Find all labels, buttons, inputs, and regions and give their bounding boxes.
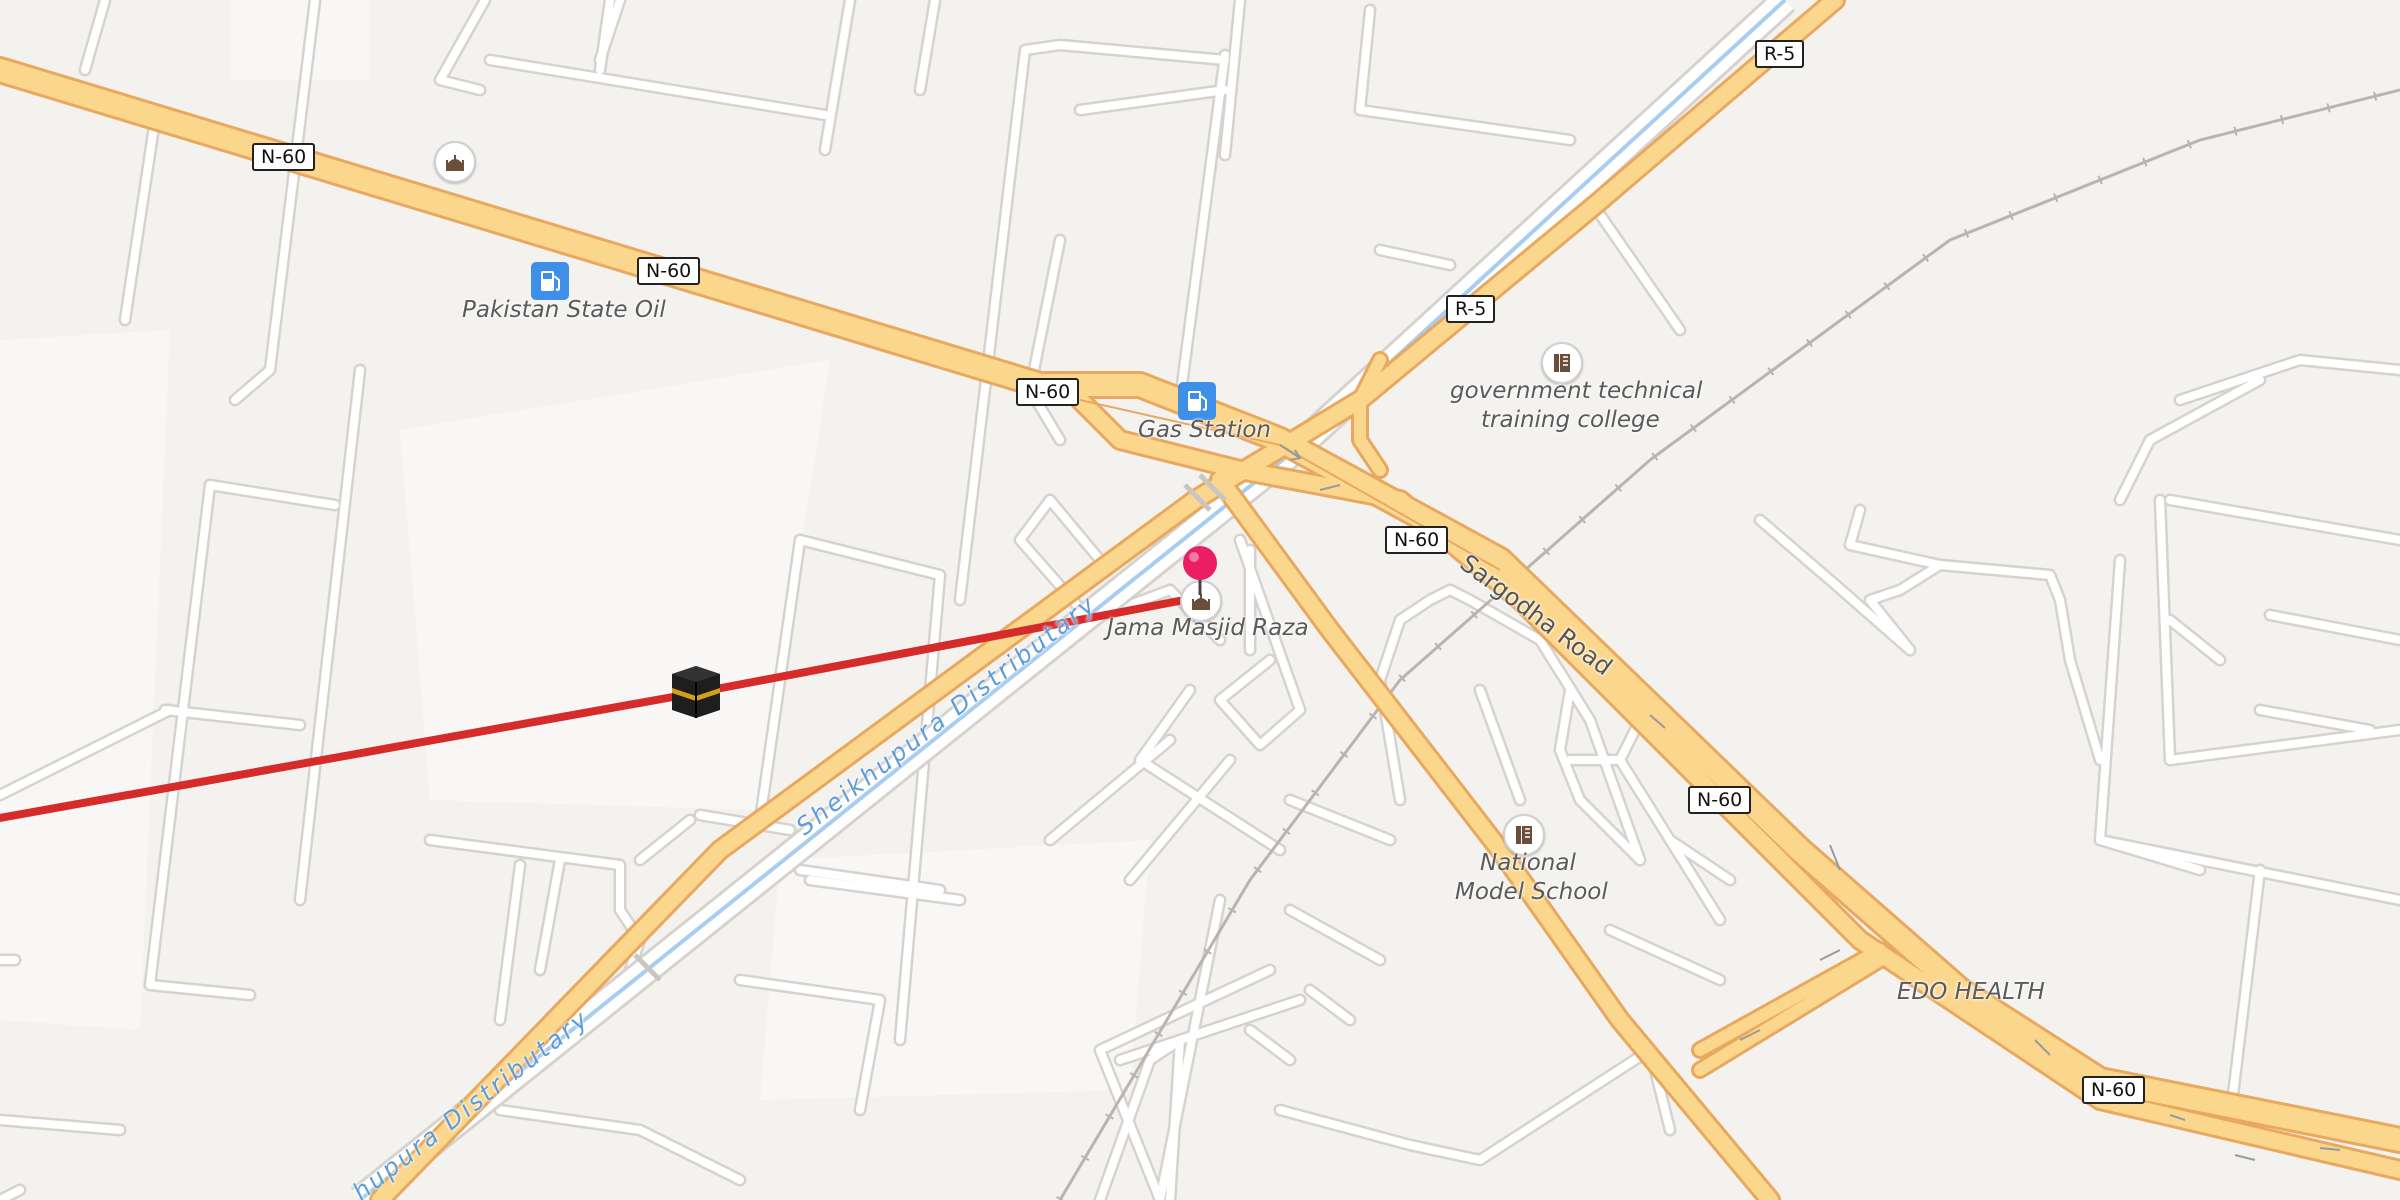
land-blocks [0, 0, 1150, 1100]
road-shield: N-60 [1385, 526, 1449, 554]
road-shield: R-5 [1446, 295, 1496, 323]
mosque-icon[interactable] [434, 141, 476, 183]
poi-label-school-line1: National [1480, 850, 1576, 876]
poi-label-edo-health: EDO HEALTH [1897, 979, 2045, 1005]
poi-label-pso: Pakistan State Oil [462, 297, 666, 323]
road-shield: N-60 [2082, 1076, 2146, 1104]
poi-label-college-line2: training college [1481, 407, 1660, 433]
poi-label-gas-station: Gas Station [1138, 417, 1271, 443]
road-shield: N-60 [252, 143, 316, 171]
road-shield: N-60 [1688, 786, 1752, 814]
poi-label-college-line1: government technical [1450, 378, 1703, 404]
road-shield: R-5 [1755, 40, 1805, 68]
poi-label-school-line2: Model School [1455, 879, 1608, 905]
kaaba-icon[interactable] [668, 662, 724, 722]
road-shield: N-60 [1016, 378, 1080, 406]
road-shield: N-60 [637, 257, 701, 285]
map-canvas[interactable]: N-60 N-60 N-60 N-60 N-60 N-60 R-5 R-5 Sa… [0, 0, 2400, 1200]
location-pin-icon[interactable] [1181, 545, 1219, 595]
poi-label-masjid: Jama Masjid Raza [1107, 615, 1309, 641]
